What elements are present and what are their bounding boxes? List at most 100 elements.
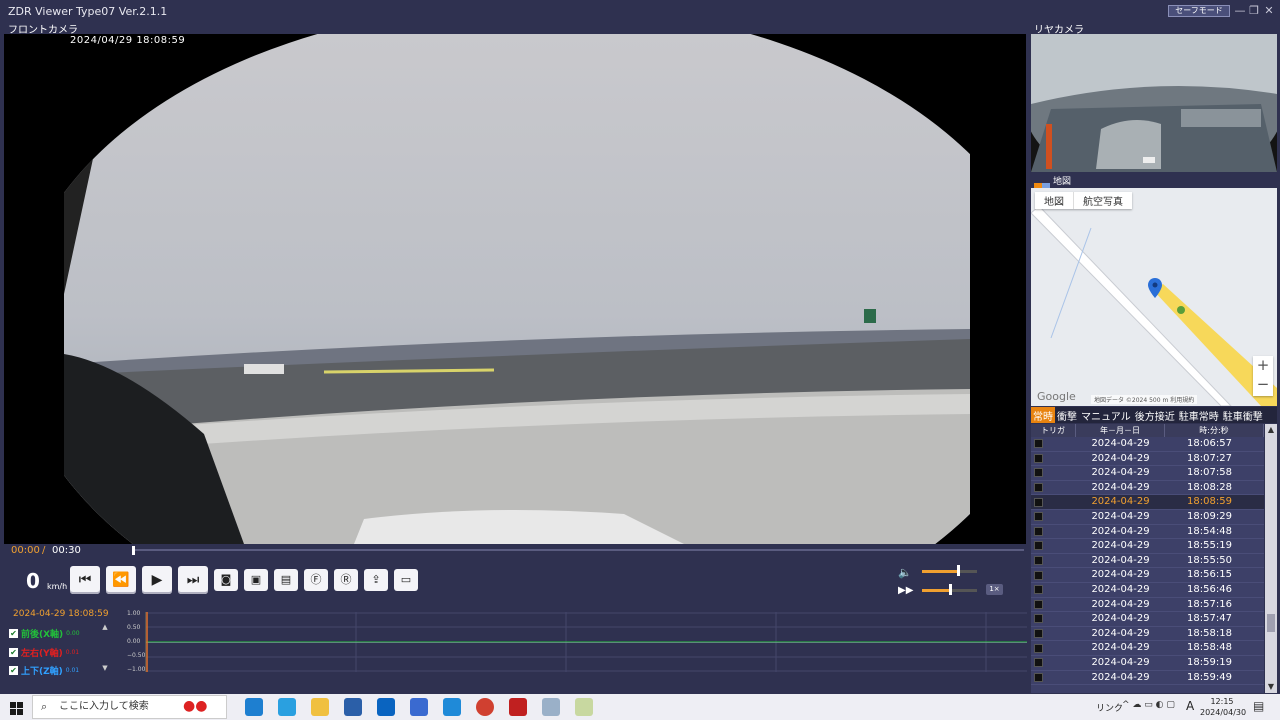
file-row[interactable]: 2024-04-29 18:55:19 <box>1031 539 1264 554</box>
axis-x-checkbox[interactable]: ✔ <box>9 629 18 638</box>
file-row[interactable]: 2024-04-29 18:57:16 <box>1031 598 1264 613</box>
row-trigger <box>1031 539 1076 553</box>
file-row[interactable]: 2024-04-29 18:59:49 <box>1031 671 1264 686</box>
trigger-checkbox[interactable] <box>1034 556 1043 566</box>
tab-normal[interactable]: 常時 <box>1031 407 1055 423</box>
scroll-up-icon[interactable]: ▲ <box>1265 424 1277 436</box>
tab-manual[interactable]: マニュアル <box>1079 407 1133 423</box>
app-window-icon[interactable] <box>542 698 560 716</box>
zdr-viewer-icon[interactable] <box>509 698 527 716</box>
map-view[interactable]: 地図 航空写真 + − Google 地図データ ©2024 500 m 利用規… <box>1031 188 1277 406</box>
g-sensor-graph[interactable] <box>145 612 1027 672</box>
file-row[interactable]: 2024-04-29 18:54:48 <box>1031 525 1264 540</box>
rear-view-button[interactable]: Ⓡ <box>334 569 358 591</box>
safe-mode-button[interactable]: セーフモード <box>1168 5 1230 17</box>
trigger-checkbox[interactable] <box>1034 672 1043 682</box>
clip-button[interactable]: ▣ <box>244 569 268 591</box>
file-row[interactable]: 2024-04-29 18:57:47 <box>1031 612 1264 627</box>
trigger-checkbox[interactable] <box>1034 599 1043 609</box>
ime-indicator[interactable]: A <box>1186 699 1194 713</box>
trigger-checkbox[interactable] <box>1034 453 1043 463</box>
scroll-down-icon[interactable]: ▼ <box>1265 681 1277 693</box>
file-row[interactable]: 2024-04-29 18:59:19 <box>1031 656 1264 671</box>
rear-camera-video[interactable] <box>1031 34 1277 172</box>
trigger-checkbox[interactable] <box>1034 658 1043 668</box>
play-button[interactable]: ▶ <box>142 566 172 594</box>
close-icon[interactable]: ✕ <box>1263 5 1275 17</box>
file-row[interactable]: 2024-04-29 18:06:57 <box>1031 437 1264 452</box>
export-button[interactable]: ⇪ <box>364 569 388 591</box>
header-trigger[interactable]: トリガ <box>1031 424 1076 437</box>
map-tab-aerial[interactable]: 航空写真 <box>1074 192 1132 209</box>
tab-rear-approach[interactable]: 後方接近 <box>1133 407 1177 423</box>
file-row[interactable]: 2024-04-29 18:58:18 <box>1031 627 1264 642</box>
scroll-thumb[interactable] <box>1267 614 1275 632</box>
edge-icon[interactable] <box>245 698 263 716</box>
previous-frame-button[interactable]: ⏪ <box>106 566 136 594</box>
snapshot-button[interactable]: ◙ <box>214 569 238 591</box>
file-row[interactable]: 2024-04-29 18:09:29 <box>1031 510 1264 525</box>
file-row[interactable]: 2024-04-29 18:08:59 <box>1031 495 1264 510</box>
trigger-checkbox[interactable] <box>1034 512 1043 522</box>
notification-icon[interactable]: ▤ <box>1253 699 1264 713</box>
trigger-checkbox[interactable] <box>1034 585 1043 595</box>
seek-track[interactable] <box>134 549 1024 551</box>
skip-back-button[interactable]: ⏮ <box>70 566 100 594</box>
file-row[interactable]: 2024-04-29 18:56:46 <box>1031 583 1264 598</box>
front-camera-video[interactable]: 2024/04/29 18:08:59 <box>4 34 1026 544</box>
taskbar-clock[interactable]: 12:15 2024/04/30 <box>1200 696 1246 718</box>
tab-parking-impact[interactable]: 駐車衝撃 <box>1221 407 1265 423</box>
map-tab-map[interactable]: 地図 <box>1035 192 1074 209</box>
axis-y-checkbox[interactable]: ✔ <box>9 648 18 657</box>
playback-speed-thumb[interactable] <box>948 584 952 595</box>
graph-scale-up-icon[interactable]: ▲ <box>99 621 111 633</box>
file-row[interactable]: 2024-04-29 18:07:27 <box>1031 452 1264 467</box>
tray-icons[interactable]: ^ ☁ ▭ ◐ ▢ <box>1122 700 1175 710</box>
remote-app-icon[interactable] <box>410 698 428 716</box>
header-date[interactable]: 年－月－日 <box>1076 424 1165 437</box>
file-row[interactable]: 2024-04-29 18:07:58 <box>1031 466 1264 481</box>
chrome-icon[interactable] <box>476 698 494 716</box>
outlook-icon[interactable] <box>377 698 395 716</box>
map-attribution[interactable]: 地図データ ©2024 500 m 利用規約 <box>1091 395 1198 404</box>
volume-thumb[interactable] <box>956 565 960 576</box>
open-folder-button[interactable]: ▭ <box>394 569 418 591</box>
tab-impact[interactable]: 衝撃 <box>1055 407 1079 423</box>
zoom-out-button[interactable]: − <box>1253 375 1273 394</box>
trigger-checkbox[interactable] <box>1034 570 1043 580</box>
skip-forward-button[interactable]: ⏭ <box>178 566 208 594</box>
file-explorer-icon[interactable] <box>311 698 329 716</box>
axis-z-checkbox[interactable]: ✔ <box>9 666 18 675</box>
file-row[interactable]: 2024-04-29 18:56:15 <box>1031 568 1264 583</box>
row-trigger <box>1031 612 1076 626</box>
trigger-checkbox[interactable] <box>1034 614 1043 624</box>
trigger-checkbox[interactable] <box>1034 526 1043 536</box>
trigger-checkbox[interactable] <box>1034 497 1043 507</box>
paint-icon[interactable] <box>575 698 593 716</box>
file-row[interactable]: 2024-04-29 18:58:48 <box>1031 641 1264 656</box>
trigger-checkbox[interactable] <box>1034 483 1043 493</box>
axis-x-label: 前後(X軸) <box>21 630 64 640</box>
file-list-scrollbar[interactable]: ▲ ▼ <box>1265 424 1277 693</box>
seek-thumb[interactable] <box>132 546 135 555</box>
trigger-checkbox[interactable] <box>1034 643 1043 653</box>
front-view-button[interactable]: Ⓕ <box>304 569 328 591</box>
graph-scale-down-icon[interactable]: ▼ <box>99 662 111 674</box>
refresh-app-icon[interactable] <box>278 698 296 716</box>
windows-start-icon[interactable] <box>10 700 23 719</box>
header-time[interactable]: 時:分:秒 <box>1165 424 1264 437</box>
trigger-checkbox[interactable] <box>1034 468 1043 478</box>
minimize-icon[interactable]: — <box>1234 5 1246 17</box>
restore-icon[interactable]: ❐ <box>1248 5 1260 17</box>
zoom-in-button[interactable]: + <box>1253 356 1273 375</box>
tab-parking-normal[interactable]: 駐車常時 <box>1177 407 1221 423</box>
file-row[interactable]: 2024-04-29 18:08:28 <box>1031 481 1264 496</box>
store-icon[interactable] <box>344 698 362 716</box>
taskbar-link[interactable]: リンク <box>1096 701 1123 714</box>
trigger-checkbox[interactable] <box>1034 541 1043 551</box>
trigger-checkbox[interactable] <box>1034 439 1043 449</box>
file-row[interactable]: 2024-04-29 18:55:50 <box>1031 554 1264 569</box>
vscode-icon[interactable] <box>443 698 461 716</box>
layout-button[interactable]: ▤ <box>274 569 298 591</box>
trigger-checkbox[interactable] <box>1034 629 1043 639</box>
